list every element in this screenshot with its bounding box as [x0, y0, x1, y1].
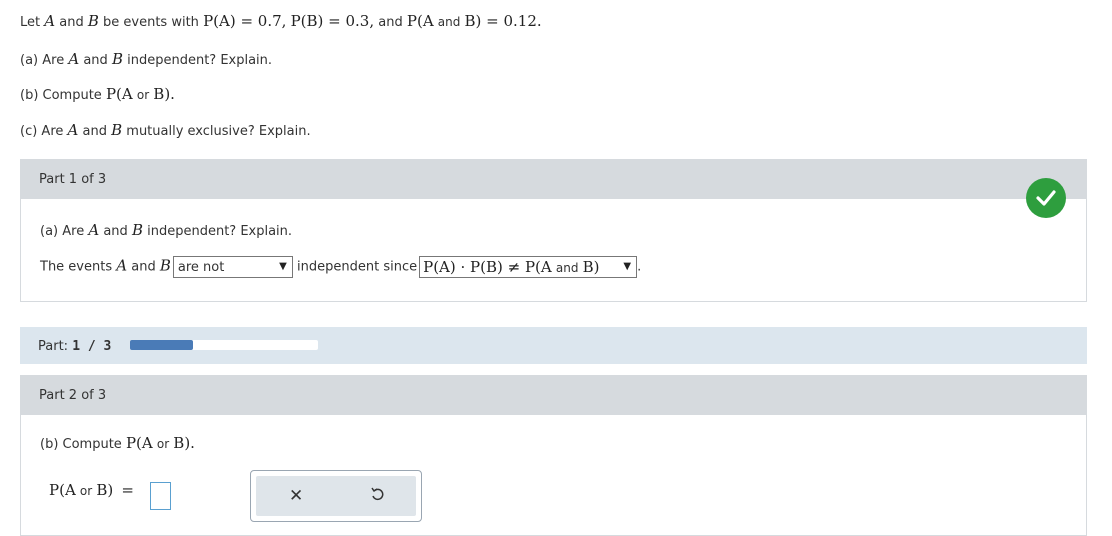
independence-select[interactable]: are not ▼	[172, 256, 293, 278]
part1-question: (a) Are A and B independent? Explain.	[40, 221, 293, 239]
part2-header-label: Part 2 of 3	[39, 388, 107, 403]
part2-answer-lhs: P(A or B) =	[49, 481, 134, 499]
problem-intro: Let A and B be events with P(A) = 0.7, P…	[20, 12, 542, 30]
part1-header-label: Part 1 of 3	[39, 172, 107, 187]
check-circle-icon	[1026, 178, 1066, 218]
reason-select[interactable]: P(A) · P(B) ≠ P(A and B) ▼	[419, 256, 638, 278]
part1-answer-row: The events A and Bare not ▼ independent s…	[40, 256, 642, 278]
x-icon[interactable]: ✕	[289, 486, 303, 506]
progress-bar	[130, 340, 318, 350]
progress-label: Part: 1 / 3	[38, 339, 112, 354]
part1-body: (a) Are A and B independent? Explain. Th…	[20, 199, 1087, 302]
part1-header: Part 1 of 3	[20, 159, 1087, 199]
part2-header: Part 2 of 3	[20, 375, 1087, 415]
answer-input[interactable]	[150, 482, 171, 510]
problem-part-b: (b) Compute P(A or B).	[20, 85, 175, 103]
part2-body: (b) Compute P(A or B). P(A or B) =	[20, 415, 1087, 536]
dropdown-arrow-icon: ▼	[623, 261, 632, 272]
undo-icon[interactable]	[369, 485, 387, 507]
dropdown-arrow-icon: ▼	[279, 261, 287, 272]
part1-panel: Part 1 of 3 (a) Are A and B independent?…	[20, 159, 1087, 302]
progress-bar-fill	[130, 340, 193, 350]
part2-question: (b) Compute P(A or B).	[40, 434, 195, 452]
progress-strip: Part: 1 / 3	[20, 327, 1087, 364]
problem-part-c: (c) Are A and B mutually exclusive? Expl…	[20, 121, 311, 139]
math-toolbox: ✕	[250, 470, 422, 522]
part2-panel: Part 2 of 3 (b) Compute P(A or B). P(A o…	[20, 375, 1087, 536]
problem-part-a: (a) Are A and B independent? Explain.	[20, 50, 273, 68]
